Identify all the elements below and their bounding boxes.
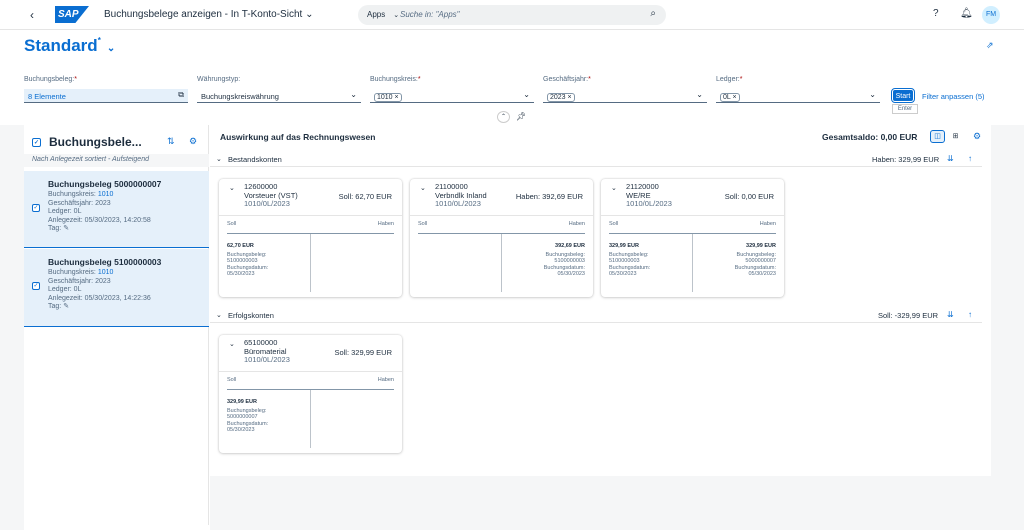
column-header: Soll Haben [601, 215, 784, 229]
chevron-down-icon: ⌄ [305, 9, 314, 20]
t-account-card: ⌄ 21120000 WE/RE 1010/0L/2023 Soll: 0,00 EUR… [601, 179, 784, 297]
ledger-field[interactable]: 0L × ⌄ [716, 89, 880, 103]
back-icon[interactable]: ‹ [30, 8, 34, 22]
token-0l[interactable]: 0L × [720, 93, 740, 102]
variant-management[interactable]: Standard*⌄ [24, 36, 115, 56]
buchungsbeleg-field[interactable]: 8 Elemente ⧉ [24, 89, 188, 103]
section-title: Auswirkung auf das Rechnungswesen [220, 132, 376, 142]
t-line-vertical [310, 390, 311, 448]
account-name[interactable]: 65100000 Büromaterial 1010/0L/2023 [244, 338, 290, 365]
select-all-checkbox[interactable]: ✓ [32, 138, 41, 148]
chevron-down-icon[interactable]: ⌄ [229, 184, 235, 192]
sort-icon[interactable]: ⇅ [167, 136, 175, 147]
posting-entry[interactable]: 329,99 EUR Buchungsbeleg: 5100000003 Buchun… [609, 243, 650, 278]
t-account-card: ⌄ 12600000 Vorsteuer (VST) 1010/0L/2023 Soll… [219, 179, 402, 297]
chevron-down-icon[interactable]: ⌄ [869, 90, 876, 99]
value-help-icon[interactable]: ⧉ [178, 90, 184, 100]
chevron-down-icon: ⌄ [393, 12, 400, 19]
t-account-view-button[interactable]: ◫ [930, 130, 945, 143]
posting-entry[interactable]: 392,69 EUR Buchungsbeleg: 5100000003 Buchun… [544, 243, 585, 278]
document-list-panel: ✓ Buchungsbele... ⇅ ⚙ Nach Anlegezeit sor… [24, 125, 209, 525]
chevron-down-icon[interactable]: ⌄ [229, 340, 235, 348]
company-code-link[interactable]: 1010 [98, 269, 114, 276]
t-line-vertical [692, 234, 693, 292]
posting-entry[interactable]: 62,70 EUR Buchungsbeleg: 5100000003 Buchung… [227, 243, 268, 278]
group-erfolgskonten[interactable]: ⌄ Erfolgskonten Soll: -329,99 EUR ⇊ ↑ [210, 309, 982, 323]
sap-logo[interactable]: SAP [55, 6, 89, 23]
start-button[interactable]: Start [891, 88, 915, 103]
hierarchy-view-button[interactable]: ⊞ [948, 130, 963, 143]
buchungskreis-field[interactable]: 1010 × ⌄ [370, 89, 534, 103]
help-icon[interactable]: ? [933, 8, 939, 19]
waehrungstyp-select[interactable]: Buchungskreiswährung ⌄ [197, 89, 361, 103]
notification-bell-icon[interactable]: 🔔︎ [960, 8, 973, 19]
search-field[interactable]: Apps ⌄ Suche in: "Apps" ⌕ [358, 5, 666, 25]
search-icon[interactable]: ⌕ [650, 8, 656, 19]
chevron-down-icon[interactable]: ⌄ [420, 184, 426, 192]
share-icon[interactable]: ⇗ [986, 40, 994, 51]
t-account-card: ⌄ 65100000 Büromaterial 1010/0L/2023 Soll: 3… [219, 335, 402, 453]
filter-label-ledger: Ledger:* [716, 76, 743, 83]
token-2023[interactable]: 2023 × [547, 93, 575, 102]
chevron-down-icon: ⌄ [106, 43, 116, 54]
app-title[interactable]: Buchungsbelege anzeigen - In T-Konto-Sic… [104, 9, 313, 20]
account-name[interactable]: 21100000 Verbndlk Inland 1010/0L/2023 [435, 182, 487, 209]
gear-icon[interactable]: ⚙ [973, 131, 981, 142]
chevron-down-icon[interactable]: ⌄ [611, 184, 617, 192]
t-line-vertical [501, 234, 502, 292]
chevron-down-icon[interactable]: ⌄ [216, 311, 222, 319]
filter-label-buchungskreis: Buchungskreis:* [370, 76, 421, 83]
modified-asterisk: * [97, 36, 101, 45]
account-balance: Soll: 62,70 EUR [338, 192, 392, 201]
tag-icon[interactable]: ✎ [63, 303, 69, 310]
list-item[interactable]: Buchungsbeleg 5100000003 Buchungskreis: … [24, 249, 209, 327]
chevron-down-icon[interactable]: ⌄ [523, 90, 530, 99]
group-bestandskonten[interactable]: ⌄ Bestandskonten Haben: 329,99 EUR ⇊ ↑ [210, 153, 982, 167]
tag-icon[interactable]: ✎ [63, 225, 69, 232]
chevron-down-icon[interactable]: ⌄ [696, 90, 703, 99]
item-checkbox[interactable]: ✓ [32, 282, 40, 290]
filter-label-waehrungstyp: Währungstyp: [197, 76, 241, 83]
sort-ascending-icon[interactable]: ↑ [968, 310, 972, 319]
geschaeftsjahr-field[interactable]: 2023 × ⌄ [543, 89, 707, 103]
account-name[interactable]: 12600000 Vorsteuer (VST) 1010/0L/2023 [244, 182, 298, 209]
sort-descending-icon[interactable]: ⇊ [947, 310, 954, 319]
list-header: ✓ Buchungsbele... ⇅ ⚙ [32, 135, 198, 149]
account-balance: Haben: 392,69 EUR [515, 192, 583, 201]
list-item[interactable]: Buchungsbeleg 5000000007 Buchungskreis: … [24, 171, 209, 248]
start-tooltip: Enter [892, 104, 918, 114]
user-avatar[interactable]: FM [982, 6, 1000, 24]
column-header: Soll Haben [410, 215, 593, 229]
filter-header [0, 30, 1024, 125]
gear-icon[interactable]: ⚙ [189, 136, 197, 147]
token-1010[interactable]: 1010 × [374, 93, 402, 102]
account-balance: Soll: 0,00 EUR [724, 192, 774, 201]
account-balance: Soll: 329,99 EUR [334, 348, 392, 357]
sort-ascending-icon[interactable]: ↑ [968, 154, 972, 163]
adapt-filters-link[interactable]: Filter anpassen (5) [922, 92, 985, 101]
column-header: Soll Haben [219, 371, 402, 385]
posting-entry[interactable]: 329,99 EUR Buchungsbeleg: 5000000007 Buchun… [227, 399, 268, 434]
chevron-down-icon[interactable]: ⌄ [350, 90, 357, 99]
item-checkbox[interactable]: ✓ [32, 204, 40, 212]
filter-label-buchungsbeleg: Buchungsbeleg:* [24, 76, 77, 83]
posting-entry[interactable]: 329,99 EUR Buchungsbeleg: 5000000007 Buchun… [735, 243, 776, 278]
pin-icon[interactable]: 📌︎ [516, 112, 526, 121]
total-balance: Gesamtsaldo: 0,00 EUR [822, 132, 918, 142]
chevron-down-icon[interactable]: ⌄ [216, 155, 222, 163]
t-line-vertical [310, 234, 311, 292]
search-input[interactable]: Suche in: "Apps" [400, 10, 460, 19]
t-account-card: ⌄ 21100000 Verbndlk Inland 1010/0L/2023 Habe… [410, 179, 593, 297]
column-header: Soll Haben [219, 215, 402, 229]
account-name[interactable]: 21120000 WE/RE 1010/0L/2023 [626, 182, 672, 209]
sort-descending-icon[interactable]: ⇊ [947, 154, 954, 163]
filter-label-geschaeftsjahr: Geschäftsjahr:* [543, 76, 591, 83]
search-scope-select[interactable]: Apps ⌄ [367, 10, 399, 19]
company-code-link[interactable]: 1010 [98, 191, 114, 198]
empty-area [210, 476, 991, 530]
sort-info: Nach Anlegezeit sortiert - Aufsteigend [24, 154, 209, 167]
collapse-header-button[interactable]: ⌃ [497, 111, 510, 123]
shell-bar: ‹ SAP Buchungsbelege anzeigen - In T-Kon… [0, 0, 1024, 30]
